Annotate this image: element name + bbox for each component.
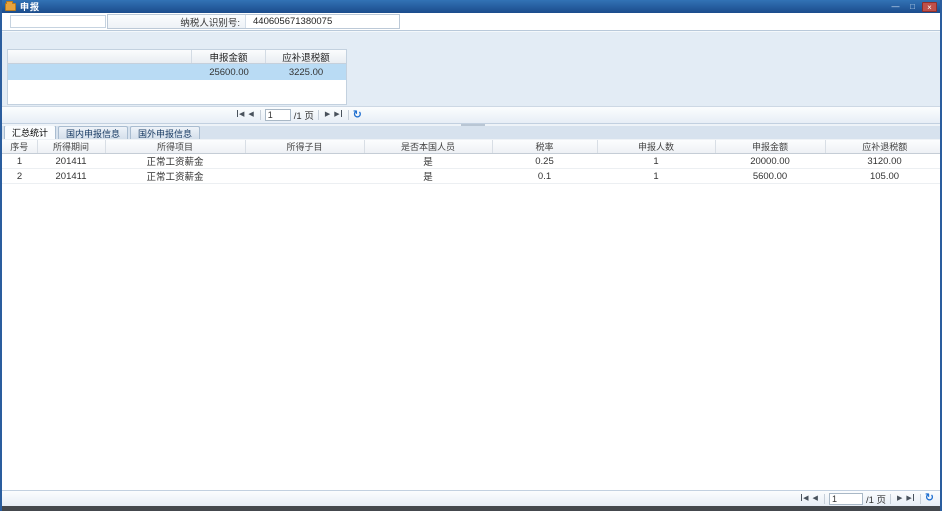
cell-is-domestic-personnel: 是 [364,154,492,169]
window-bottom-edge [2,506,940,511]
page-number-input[interactable] [829,493,863,505]
col-tax-due[interactable]: 应补退税额 [825,140,940,154]
cell-income-item: 正常工资薪金 [105,154,245,169]
page-number-input[interactable] [265,109,291,121]
detail-pager: ◀ ◀ /1 页 ▶ ▶ ↻ [2,490,940,506]
cell-declared-headcount: 1 [597,169,715,184]
cell-seq-no: 2 [2,169,37,184]
pager-separator [260,110,261,120]
detail-header-row: 序号 所得期间 所得项目 所得子目 是否本国人员 税率 申报人数 申报金额 应补… [2,140,940,154]
col-declared-headcount[interactable]: 申报人数 [597,140,715,154]
panel-splitter [2,124,940,126]
app-folder-icon [5,3,16,11]
summary-col-tax-due: 应补退税额 [266,50,346,63]
refresh-icon[interactable]: ↻ [925,493,934,504]
cell-tax-rate: 0.1 [492,169,597,184]
cell-income-item: 正常工资薪金 [105,169,245,184]
pager-separator [890,494,891,504]
col-seq-no[interactable]: 序号 [2,140,37,154]
cell-tax-rate: 0.25 [492,154,597,169]
last-page-button[interactable]: ▶ [332,110,343,120]
taxpayer-id-value[interactable]: 440605671380075 [246,16,332,27]
pager-separator [348,110,349,120]
col-is-domestic-personnel[interactable]: 是否本国人员 [364,140,492,154]
summary-cell-blank [8,64,192,80]
pager-separator [318,110,319,120]
app-window: 申报 — □ × 纳税人识别号: 440605671380075 申报金额 应补… [0,0,942,511]
first-page-button[interactable]: ◀ [235,110,246,120]
title-bar: 申报 — □ × [2,0,940,13]
pager-separator [920,494,921,504]
empty-input[interactable] [10,15,106,28]
summary-col-declared-amount: 申报金额 [192,50,266,63]
window-controls: — □ × [888,2,937,12]
detail-row[interactable]: 2 201411 正常工资薪金 是 0.1 1 5600.00 105.00 [2,169,940,184]
summary-col-blank [8,50,192,63]
close-button[interactable]: × [922,2,937,12]
splitter-grip[interactable] [461,124,485,126]
tab-bar: 汇总统计 国内申报信息 国外申报信息 [2,126,940,140]
pager-separator [824,494,825,504]
first-page-button[interactable]: ◀ [799,494,810,504]
summary-header-row: 申报金额 应补退税额 [8,50,346,64]
cell-seq-no: 1 [2,154,37,169]
minimize-button[interactable]: — [888,2,903,12]
cell-tax-due: 3120.00 [825,154,940,169]
summary-cell-tax-due: 3225.00 [266,64,346,80]
window-title: 申报 [20,0,40,13]
spacer-panel [2,31,940,49]
cell-declared-headcount: 1 [597,154,715,169]
detail-grid: 序号 所得期间 所得项目 所得子目 是否本国人员 税率 申报人数 申报金额 应补… [2,140,940,490]
maximize-button[interactable]: □ [905,2,920,12]
taxpayer-id-label: 纳税人识别号: [108,15,246,28]
taxpayer-form-row: 纳税人识别号: 440605671380075 [2,13,940,31]
summary-pager: ◀ ◀ /1 页 ▶ ▶ ↻ [2,106,940,124]
prev-page-button[interactable]: ◀ [246,110,255,120]
col-declared-amount[interactable]: 申报金额 [715,140,825,154]
summary-panel: 申报金额 应补退税额 25600.00 3225.00 [2,49,940,106]
col-income-period[interactable]: 所得期间 [37,140,105,154]
page-total-label: /1 页 [294,108,314,122]
detail-row[interactable]: 1 201411 正常工资薪金 是 0.25 1 20000.00 3120.0… [2,154,940,169]
cell-declared-amount: 20000.00 [715,154,825,169]
summary-table: 申报金额 应补退税额 25600.00 3225.00 [7,49,347,105]
cell-is-domestic-personnel: 是 [364,169,492,184]
prev-page-button[interactable]: ◀ [811,494,820,504]
taxpayer-id-field: 纳税人识别号: 440605671380075 [107,14,400,29]
cell-income-period: 201411 [37,169,105,184]
cell-income-period: 201411 [37,154,105,169]
col-tax-rate[interactable]: 税率 [492,140,597,154]
tab-summary-statistics[interactable]: 汇总统计 [4,125,56,139]
last-page-button[interactable]: ▶ [904,494,915,504]
cell-income-subitem [245,154,364,169]
refresh-icon[interactable]: ↻ [353,110,362,121]
cell-income-subitem [245,169,364,184]
tab-domestic-declaration-info[interactable]: 国内申报信息 [58,126,128,139]
col-income-item[interactable]: 所得项目 [105,140,245,154]
col-income-subitem[interactable]: 所得子目 [245,140,364,154]
tab-foreign-declaration-info[interactable]: 国外申报信息 [130,126,200,139]
next-page-button[interactable]: ▶ [895,494,904,504]
next-page-button[interactable]: ▶ [323,110,332,120]
page-total-label: /1 页 [866,492,886,506]
summary-cell-declared-amount: 25600.00 [192,64,266,80]
cell-declared-amount: 5600.00 [715,169,825,184]
cell-tax-due: 105.00 [825,169,940,184]
summary-row-selected[interactable]: 25600.00 3225.00 [8,64,346,80]
